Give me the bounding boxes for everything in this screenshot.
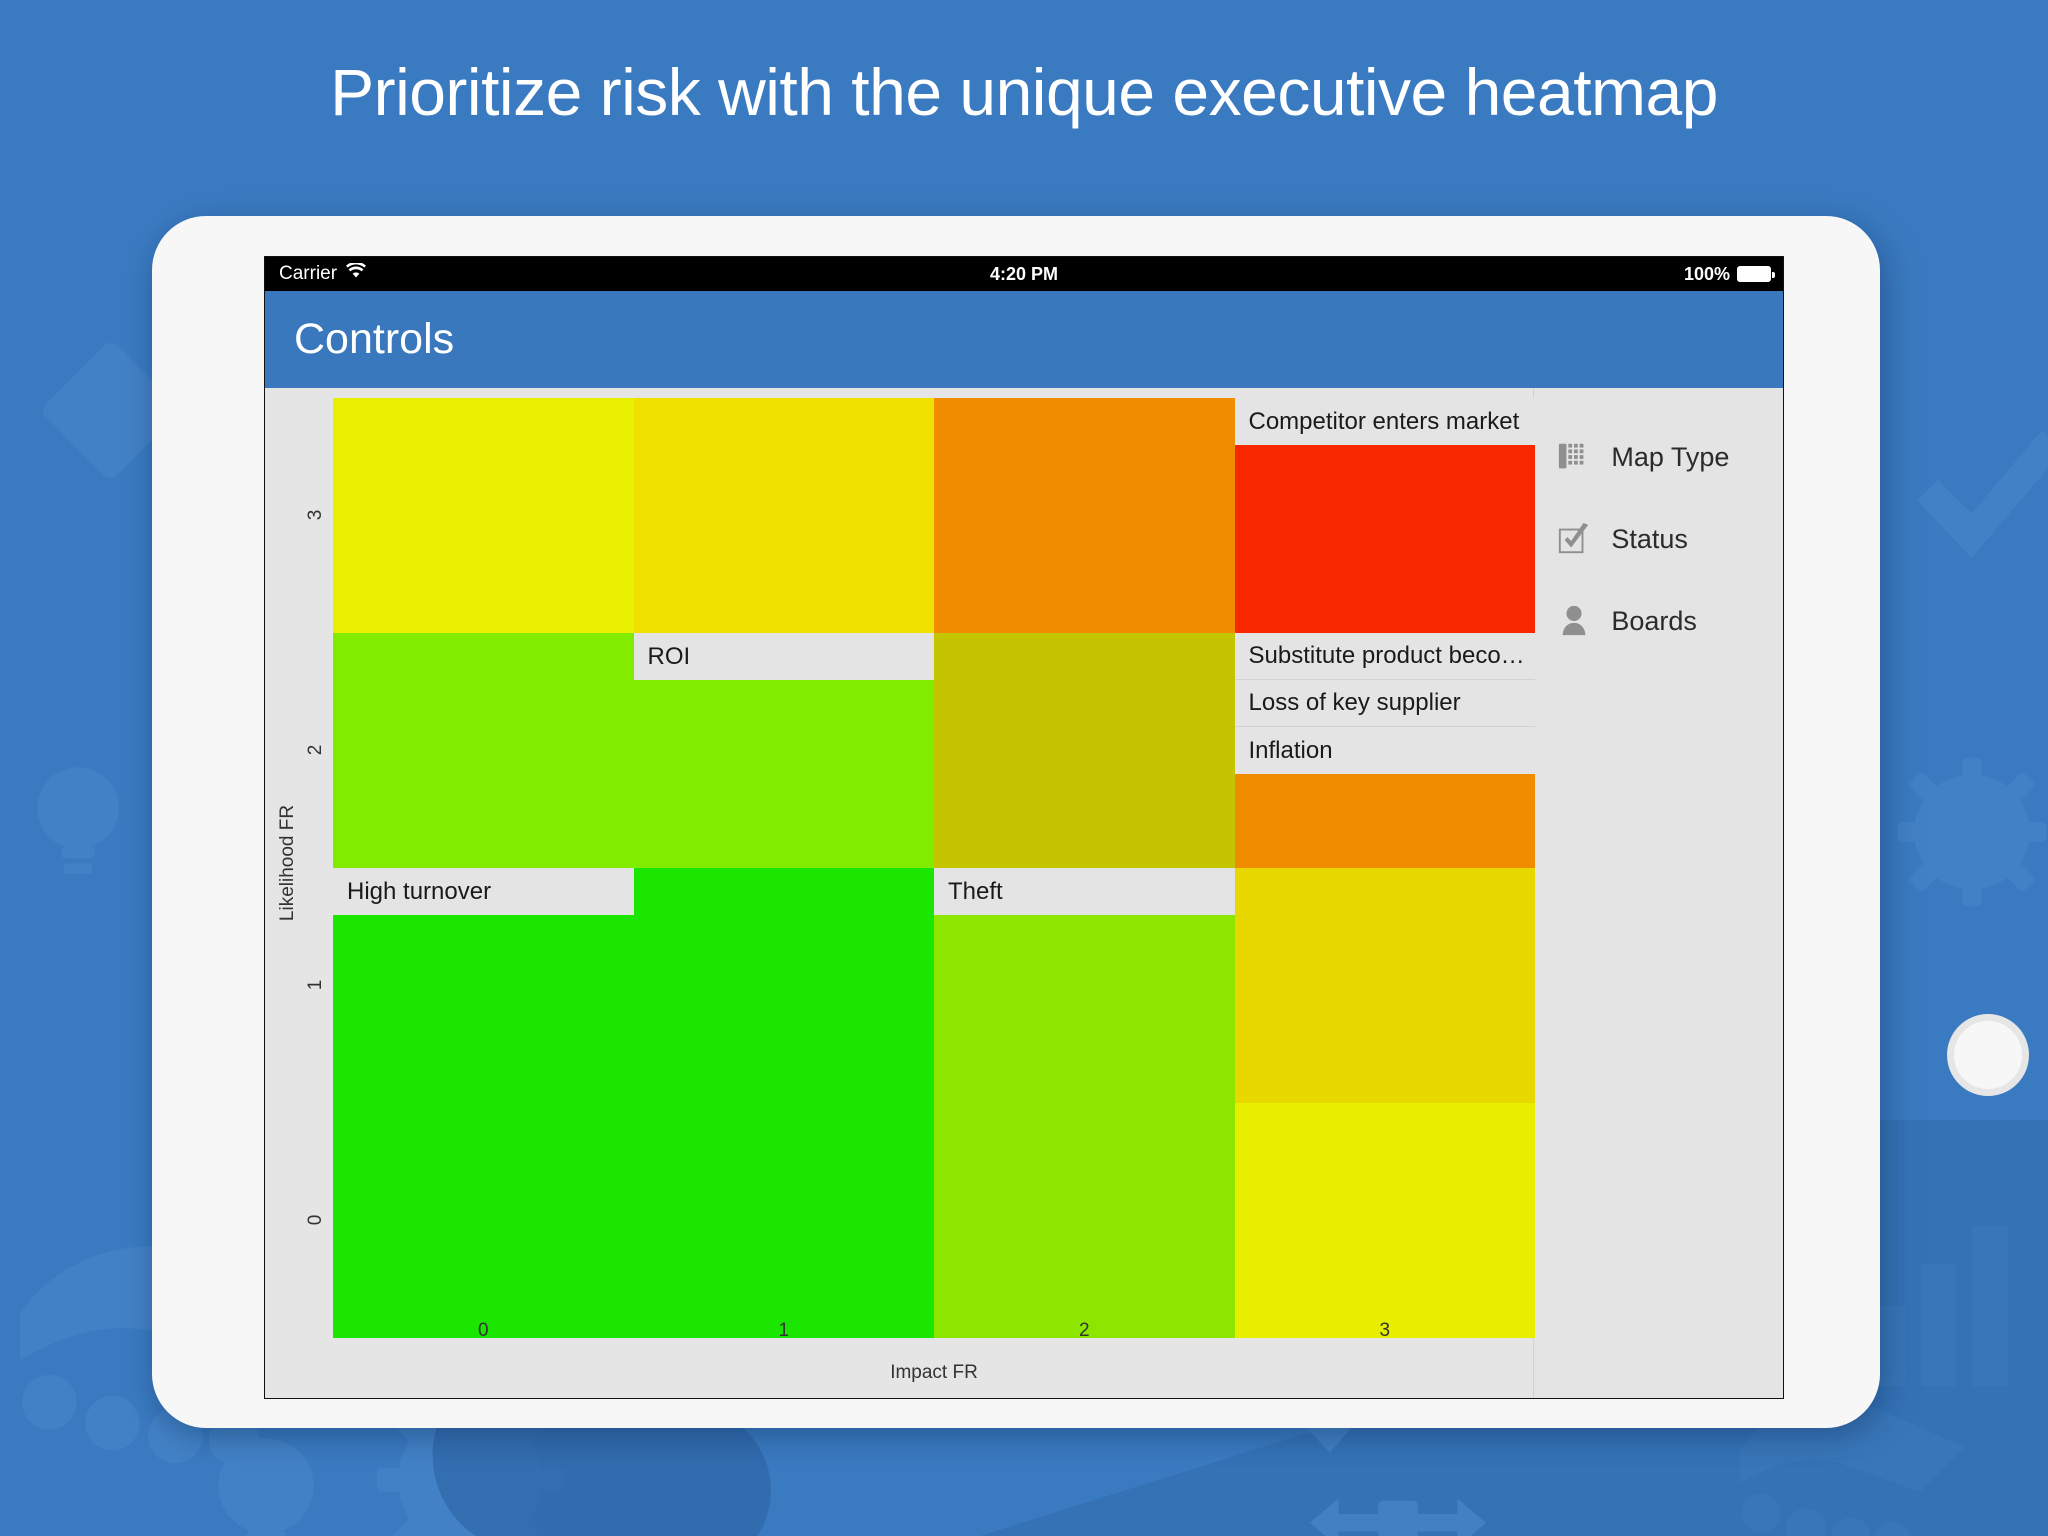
battery-percent-label: 100%: [1683, 263, 1730, 284]
risk-label-stack: Competitor enters market: [1234, 398, 1535, 445]
y-axis-tick: 3: [305, 509, 326, 520]
nav-title: Controls: [294, 315, 455, 363]
sidebar: Map Type Status Boards: [1533, 388, 1783, 1398]
checkbox-checked-icon: [1556, 521, 1592, 557]
device-screen: Carrier 4:20 PM 100% Controls Likelihood…: [264, 256, 1784, 1399]
heatmap-cell[interactable]: [934, 633, 1235, 868]
y-axis-title: Likelihood FR: [271, 388, 305, 1338]
heatmap-cell[interactable]: Theft: [934, 868, 1235, 1103]
heatmap-cell[interactable]: Competitor enters market: [1234, 398, 1535, 633]
heatmap-cell[interactable]: [934, 398, 1235, 633]
sidebar-item-label: Map Type: [1611, 441, 1730, 472]
nav-bar: Controls: [265, 291, 1783, 388]
sidebar-item-boards[interactable]: Boards: [1534, 580, 1783, 662]
page-title: Prioritize risk with the unique executiv…: [330, 55, 1718, 129]
content-area: Likelihood FR 3 2 1 0 Competitor enters mar…: [265, 388, 1783, 1398]
heatmap-cell[interactable]: Substitute product beco… Loss of key supp…: [1234, 633, 1535, 868]
risk-label[interactable]: Loss of key supplier: [1234, 680, 1535, 727]
x-axis-tick: 2: [1078, 1320, 1090, 1341]
risk-label[interactable]: ROI: [633, 633, 934, 680]
heatmap-cell[interactable]: [1234, 868, 1535, 1103]
battery-icon: [1737, 266, 1775, 282]
x-axis-ticks: 0 1 2 3: [333, 1320, 1535, 1348]
risk-label-stack: Theft: [934, 868, 1235, 915]
heatmap-cell[interactable]: [1234, 1103, 1535, 1338]
risk-label[interactable]: Inflation: [1234, 727, 1535, 774]
heatmap-cell[interactable]: [333, 1103, 634, 1338]
status-time: 4:20 PM: [989, 263, 1059, 284]
grid-icon: [1556, 439, 1592, 475]
x-axis-tick: 1: [778, 1320, 790, 1341]
person-icon: [1556, 603, 1592, 639]
risk-label-stack: ROI: [633, 633, 934, 680]
heatmap-cell[interactable]: High turnover: [333, 868, 634, 1103]
risk-label-stack: High turnover: [333, 868, 634, 915]
heatmap-chart[interactable]: Likelihood FR 3 2 1 0 Competitor enters mar…: [265, 388, 1535, 1398]
heatmap-cell[interactable]: [633, 868, 934, 1103]
sidebar-item-map-type[interactable]: Map Type: [1534, 416, 1783, 498]
sidebar-item-label: Status: [1611, 523, 1688, 554]
heatmap-cell[interactable]: [333, 633, 634, 868]
home-button[interactable]: [1947, 1014, 2029, 1096]
y-axis-tick: 2: [305, 744, 326, 755]
y-axis-tick: 1: [305, 979, 326, 990]
risk-label[interactable]: Competitor enters market: [1234, 398, 1535, 445]
y-axis-ticks: 3 2 1 0: [303, 398, 329, 1338]
heatmap-cell[interactable]: [633, 398, 934, 633]
x-axis-tick: 0: [477, 1320, 489, 1341]
y-axis-title-label: Likelihood FR: [277, 804, 299, 922]
y-axis-tick: 0: [305, 1214, 326, 1225]
risk-label[interactable]: High turnover: [333, 868, 634, 915]
risk-label-stack: Substitute product beco… Loss of key supp…: [1234, 633, 1535, 774]
heatmap-cell[interactable]: [633, 1103, 934, 1338]
status-bar: Carrier 4:20 PM 100%: [265, 257, 1783, 291]
heatmap-cell[interactable]: [333, 398, 634, 633]
sidebar-item-status[interactable]: Status: [1534, 498, 1783, 580]
heatmap-grid[interactable]: Competitor enters market ROI Substitute pr…: [333, 398, 1535, 1338]
heatmap-cell[interactable]: ROI: [633, 633, 934, 868]
battery-status: 100%: [1683, 263, 1775, 285]
risk-label[interactable]: Substitute product beco…: [1234, 633, 1535, 680]
heatmap-cell[interactable]: [934, 1103, 1235, 1338]
x-axis-tick: 3: [1379, 1320, 1391, 1341]
x-axis-title: Impact FR: [890, 1362, 978, 1383]
risk-label[interactable]: Theft: [934, 868, 1235, 915]
sidebar-item-label: Boards: [1611, 605, 1697, 636]
